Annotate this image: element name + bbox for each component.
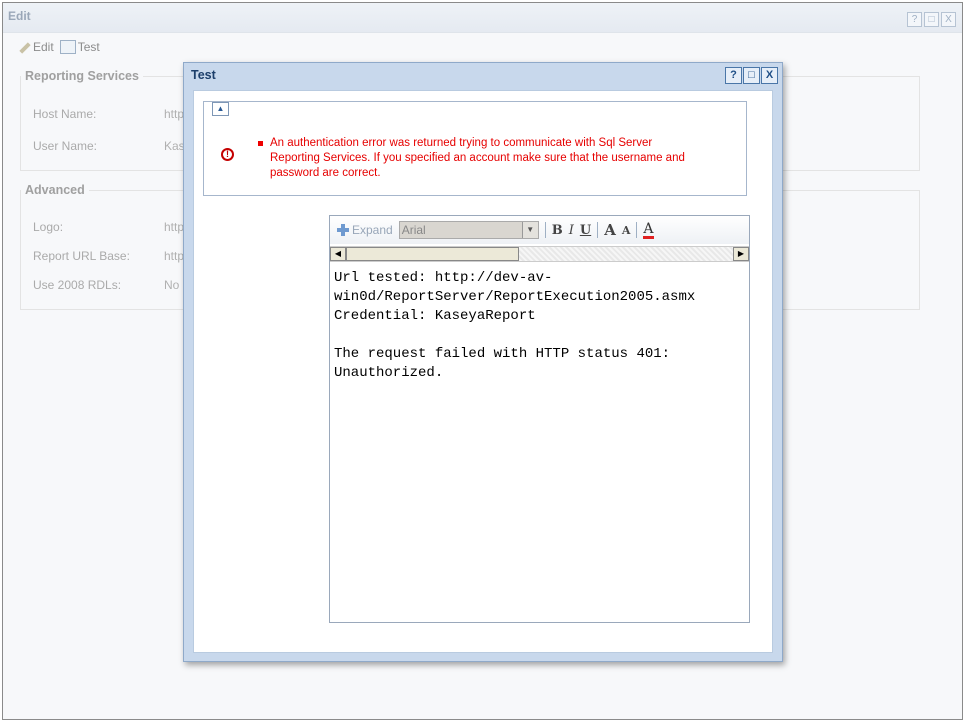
chevron-down-icon[interactable]: ▼ <box>521 222 538 238</box>
alert-icon: ! <box>221 148 234 161</box>
pencil-icon <box>17 40 31 54</box>
edit-toolbar: Edit Test <box>17 40 100 54</box>
editor-toolbar: Expand Arial ▼ B I U A A A <box>330 216 749 244</box>
editor-line: The request failed with HTTP status 401: <box>334 346 671 362</box>
edit-button-label: Edit <box>33 40 54 54</box>
edit-window-controls: ? □ X <box>907 12 956 27</box>
edit-button[interactable]: Edit <box>17 40 54 54</box>
grow-font-button[interactable]: A <box>604 221 616 239</box>
reporting-services-legend: Reporting Services <box>25 69 139 83</box>
toolbar-separator <box>544 222 546 238</box>
editor-line: win0d/ReportServer/ReportExecution2005.a… <box>334 289 696 305</box>
test-dialog-body: ▲ ! An authentication error was returned… <box>193 90 773 653</box>
report-url-value: http <box>164 249 185 263</box>
scroll-thumb[interactable] <box>346 247 519 261</box>
bold-button[interactable]: B <box>552 223 563 238</box>
scroll-right-icon[interactable]: ▶ <box>733 247 749 261</box>
edit-window-titlebar: Edit ? □ X <box>3 3 962 33</box>
scroll-left-icon[interactable]: ◀ <box>330 247 346 261</box>
test-dialog-title: Test <box>191 68 216 82</box>
edit-window-title: Edit <box>8 9 31 23</box>
editor-line: Unauthorized. <box>334 365 444 381</box>
test-dialog-titlebar[interactable]: Test ? □ X <box>184 63 782 90</box>
font-select[interactable]: Arial ▼ <box>398 221 539 239</box>
maximize-button[interactable]: □ <box>924 12 939 27</box>
underline-button[interactable]: U <box>580 223 591 238</box>
font-color-button[interactable]: A <box>643 222 654 239</box>
test-icon <box>59 40 76 54</box>
shrink-font-button[interactable]: A <box>622 224 631 237</box>
toolbar-separator <box>636 222 638 238</box>
result-editor[interactable]: Expand Arial ▼ B I U A A A ◀ ▶ Url teste… <box>329 215 750 623</box>
editor-content[interactable]: Url tested: http://dev-av-win0d/ReportSe… <box>334 269 745 383</box>
dialog-help-button[interactable]: ? <box>725 67 742 84</box>
test-dialog: Test ? □ X ▲ ! An authentication error w… <box>183 62 783 662</box>
test-button[interactable]: Test <box>59 40 100 54</box>
logo-value: http <box>164 220 185 234</box>
editor-line: Url tested: http://dev-av- <box>334 270 553 286</box>
font-select-value: Arial <box>399 222 522 238</box>
test-button-label: Test <box>77 40 100 54</box>
user-name-label: User Name: <box>33 139 98 153</box>
host-name-label: Host Name: <box>33 107 97 121</box>
collapse-button[interactable]: ▲ <box>212 102 229 116</box>
dialog-close-button[interactable]: X <box>761 67 778 84</box>
use-2008-value: No <box>164 278 180 292</box>
dialog-maximize-button[interactable]: □ <box>743 67 760 84</box>
help-button[interactable]: ? <box>907 12 922 27</box>
expand-button[interactable]: Expand <box>336 223 393 237</box>
advanced-legend: Advanced <box>25 183 85 197</box>
plus-icon <box>336 223 350 237</box>
host-name-value: http <box>164 107 185 121</box>
editor-line: Credential: KaseyaReport <box>334 308 536 324</box>
error-bullet-icon <box>258 141 263 146</box>
error-message: An authentication error was returned try… <box>270 137 685 179</box>
test-dialog-controls: ? □ X <box>725 67 778 84</box>
report-url-label: Report URL Base: <box>33 249 130 263</box>
italic-button[interactable]: I <box>569 223 574 238</box>
horizontal-scrollbar[interactable]: ◀ ▶ <box>330 246 749 262</box>
toolbar-separator <box>597 222 599 238</box>
expand-label: Expand <box>352 223 393 237</box>
user-name-value: Kas <box>164 139 185 153</box>
logo-label: Logo: <box>33 220 64 234</box>
use-2008-label: Use 2008 RDLs: <box>33 278 122 292</box>
close-button[interactable]: X <box>941 12 956 27</box>
